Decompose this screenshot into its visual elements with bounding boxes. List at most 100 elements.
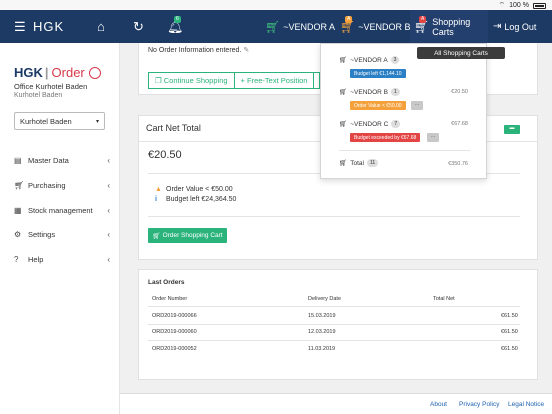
- shopping-carts-dropdown: 🛒︎ ~VENDOR A 3 Budget left €1,144.10 🛒︎ …: [320, 43, 487, 179]
- logo-order: Order: [51, 65, 85, 80]
- home-icon[interactable]: ⌂: [97, 10, 105, 43]
- total-net-cell: €61.50: [501, 329, 518, 335]
- brand-title[interactable]: HGK: [33, 10, 64, 43]
- chevron-left-icon: ‹: [107, 254, 110, 264]
- cart-icon: 🛒︎: [339, 89, 348, 96]
- refresh-icon[interactable]: ↻: [133, 10, 144, 43]
- item-count-badge: 3: [390, 56, 400, 64]
- order-shopping-cart-button[interactable]: 🛒︎ Order Shopping Cart: [148, 228, 227, 243]
- chevron-left-icon: ‹: [107, 229, 110, 239]
- item-count-badge: 7: [391, 120, 401, 128]
- sidebar-item-master-data[interactable]: ▤ Master Data ‹: [14, 154, 110, 166]
- copy-icon: ❐: [155, 76, 162, 85]
- order-value-warning-label: Order Value < €50.00: [166, 186, 233, 193]
- chevron-left-icon: ‹: [107, 180, 110, 190]
- vendor-c-amount: €67.68: [451, 121, 468, 127]
- top-navbar: ☰ HGK ⌂ ↻ 🔔︎ 6 🛒︎ ~VENDOR A 🛒︎ A ~VENDOR B…: [0, 10, 552, 43]
- shopping-carts-badge: A: [419, 15, 427, 23]
- table-divider: [148, 340, 520, 341]
- vendor-name: ~VENDOR C: [350, 120, 389, 128]
- budget-left-label: Budget left €24,364.50: [166, 196, 237, 203]
- chevron-left-icon: ‹: [107, 155, 110, 165]
- continue-shopping-button[interactable]: ❐ Continue Shopping: [148, 72, 235, 89]
- vendor-a-cart[interactable]: 🛒︎ ~VENDOR A: [265, 10, 335, 43]
- status-right: ⌔ 100 %: [499, 1, 546, 10]
- cart-net-title: Cart Net Total: [146, 123, 201, 133]
- logo-separator: |: [44, 65, 49, 80]
- order-number-cell[interactable]: ORD2019-000052: [152, 346, 197, 352]
- column-header-delivery-date: Delivery Date: [308, 296, 342, 302]
- total-amount: €350.76: [448, 161, 468, 167]
- vendor-a-status-tag: Budget left €1,144.10: [350, 69, 406, 78]
- vendor-b-status-tag: Order Value < €50.00: [350, 101, 406, 110]
- free-text-position-button[interactable]: + Free-Text Position: [234, 72, 315, 89]
- warehouse-icon: ▦: [14, 205, 22, 215]
- free-text-label: + Free-Text Position: [240, 76, 308, 85]
- vendor-a-label: ~VENDOR A: [283, 21, 336, 32]
- info-icon: i: [155, 196, 157, 203]
- question-icon: ?: [14, 254, 19, 264]
- privacy-policy-link[interactable]: Privacy Policy: [459, 401, 499, 408]
- sidebar-item-settings[interactable]: ⚙︎ Settings ‹: [14, 228, 110, 240]
- logout-icon: ⇥: [493, 21, 502, 32]
- divider: [148, 216, 520, 217]
- delivery-date-cell: 11.03.2019: [308, 346, 336, 352]
- table-divider: [148, 324, 520, 325]
- sidebar: HGK | Order Office Kurhotel Baden Kurhot…: [0, 43, 120, 414]
- no-order-text: No Order Information entered. ✎: [148, 46, 249, 54]
- divider: [339, 150, 470, 151]
- about-link[interactable]: About: [430, 401, 447, 408]
- more-icon[interactable]: …: [427, 133, 439, 142]
- shopping-carts-label: Shopping Carts: [432, 16, 471, 37]
- cart-icon: 🛒︎: [265, 19, 281, 34]
- sidebar-item-stock-management[interactable]: ▦ Stock management ‹: [14, 204, 110, 216]
- vendor-b-cart[interactable]: 🛒︎ A ~VENDOR B: [340, 10, 411, 43]
- dropdown-vendor-b[interactable]: 🛒︎ ~VENDOR B 1: [339, 88, 400, 96]
- more-icon[interactable]: …: [411, 101, 423, 110]
- logo-mark-icon: [88, 66, 101, 79]
- order-number-cell[interactable]: ORD2019-000066: [152, 313, 197, 319]
- cart-icon: 🛒︎: [152, 232, 161, 240]
- vendor-name: ~VENDOR A: [350, 56, 388, 64]
- pencil-icon[interactable]: ✎: [243, 47, 249, 54]
- order-number-cell[interactable]: ORD2019-000060: [152, 329, 197, 335]
- cart-icon: 🛒︎: [339, 57, 348, 64]
- sidebar-item-purchasing[interactable]: 🛒︎ Purchasing ‹: [14, 179, 110, 191]
- item-count-badge: 1: [391, 88, 400, 96]
- order-shopping-cart-label: Order Shopping Cart: [162, 232, 223, 239]
- logout-label: Log Out: [504, 21, 537, 32]
- location-select-value: Kurhotel Baden: [20, 116, 72, 126]
- cart-icon: 🛒︎ A: [414, 15, 430, 34]
- table-divider: [148, 306, 520, 307]
- battery-icon: [533, 2, 546, 9]
- sidebar-item-help[interactable]: ? Help ‹: [14, 253, 110, 265]
- dropdown-vendor-c[interactable]: 🛒︎ ~VENDOR C 7: [339, 120, 401, 128]
- column-header-total-net: Total Net: [433, 296, 455, 302]
- bell-icon[interactable]: 🔔︎ 6: [167, 10, 184, 43]
- gear-icon: ⚙︎: [14, 229, 22, 239]
- wifi-icon: ⌔: [498, 2, 506, 9]
- last-orders-title: Last Orders: [148, 279, 185, 286]
- chevron-left-icon: ‹: [107, 205, 110, 215]
- no-order-label: No Order Information entered.: [148, 47, 242, 54]
- vendor-b-label: ~VENDOR B: [358, 21, 411, 32]
- dropdown-total: 🛒︎ Total 11: [339, 159, 379, 167]
- total-label: Total: [350, 159, 364, 167]
- logout-button[interactable]: ⇥ Log Out: [493, 10, 536, 43]
- vendor-c-status-tag: Budget exceeded by €67.68: [350, 133, 421, 142]
- cart-actions: ❐ Continue Shopping + Free-Text Position: [148, 72, 321, 89]
- status-bar: ⌔ 100 %: [0, 0, 552, 10]
- menu-icon[interactable]: ☰: [14, 10, 26, 43]
- cart-icon: 🛒︎: [14, 180, 25, 190]
- office-name: Office Kurhotel Baden: [14, 82, 88, 91]
- location-select[interactable]: Kurhotel Baden ▾: [14, 112, 105, 130]
- footer: About Privacy Policy Legal Notice: [120, 393, 552, 414]
- total-net-cell: €61.50: [501, 313, 518, 319]
- total-count-badge: 11: [367, 159, 379, 167]
- sidebar-item-label: Stock management: [28, 205, 93, 215]
- legal-notice-link[interactable]: Legal Notice: [508, 401, 544, 408]
- continue-shopping-label: Continue Shopping: [163, 76, 228, 85]
- cart-card-action-button[interactable]: ▬: [504, 125, 520, 134]
- dropdown-vendor-a[interactable]: 🛒︎ ~VENDOR A 3: [339, 56, 400, 64]
- shopping-carts-button[interactable]: 🛒︎ A Shopping Carts: [410, 10, 488, 43]
